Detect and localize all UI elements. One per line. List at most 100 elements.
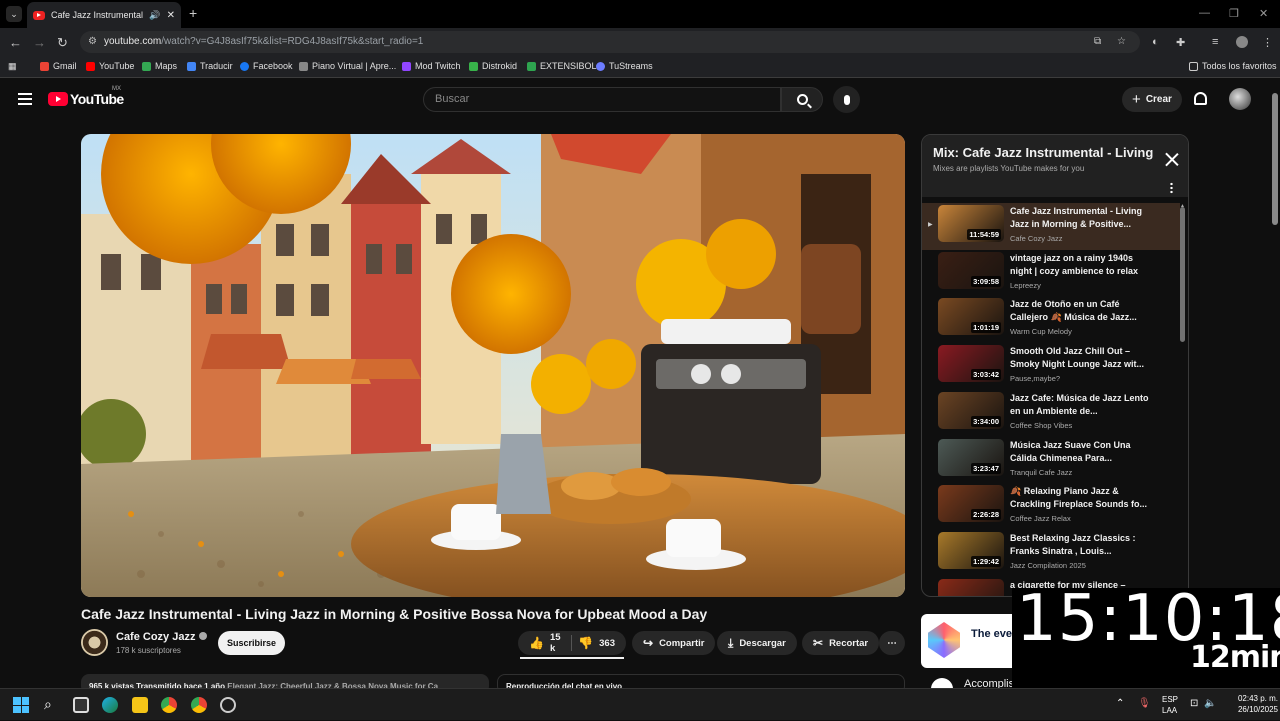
share-button[interactable]: ↪ Compartir: [632, 631, 716, 655]
bookmark-gmail[interactable]: Gmail: [40, 61, 77, 71]
playlist-item-title[interactable]: Cafe Jazz Instrumental - Living Jazz in …: [1010, 205, 1150, 231]
more-actions-button[interactable]: ⋯: [879, 631, 905, 655]
subscribe-button[interactable]: Suscribirse: [218, 631, 285, 655]
extension-icon[interactable]: ◐: [1152, 36, 1159, 48]
bookmark-mod-twitch[interactable]: Mod Twitch: [402, 61, 460, 71]
apps-grid-icon[interactable]: ▦: [8, 61, 17, 72]
bookmark-youtube[interactable]: YouTube: [86, 61, 134, 71]
bookmark-facebook[interactable]: Facebook: [240, 61, 293, 71]
account-avatar[interactable]: [1229, 88, 1251, 110]
tab-close-icon[interactable]: ✕: [167, 10, 175, 21]
download-button[interactable]: ⤓ Descargar: [717, 631, 797, 655]
bookmark-traducir[interactable]: Traducir: [187, 61, 233, 71]
new-tab-button[interactable]: +: [189, 5, 197, 21]
playlist-item-title[interactable]: vintage jazz on a rainy 1940s night | co…: [1010, 252, 1150, 278]
menu-hamburger-icon[interactable]: [18, 93, 32, 105]
playlist-item[interactable]: 1:01:19 Jazz de Otoño en un Café Callejer…: [922, 296, 1180, 343]
language-bottom[interactable]: LAA: [1162, 706, 1177, 715]
file-explorer-icon[interactable]: [132, 697, 148, 713]
close-window-button[interactable]: ✕: [1259, 7, 1268, 20]
playlist-item-thumbnail[interactable]: 1:29:42: [938, 531, 1004, 569]
playlist-item-thumbnail[interactable]: 11:54:59: [938, 205, 1004, 242]
task-view-icon[interactable]: [73, 697, 89, 713]
browser-tab-youtube[interactable]: Cafe Jazz Instrumental - Liv 🔊 ✕: [27, 2, 181, 28]
bookmark-maps[interactable]: Maps: [142, 61, 177, 71]
microphone-icon[interactable]: 🎙: [1138, 698, 1151, 709]
playlist-item-thumbnail[interactable]: 3:09:58: [938, 251, 1004, 289]
install-app-icon[interactable]: ⧉: [1094, 31, 1101, 53]
notifications-bell-icon[interactable]: [1194, 92, 1207, 105]
search-icon: [796, 94, 808, 105]
voice-search-button[interactable]: [833, 86, 860, 113]
playlist-item[interactable]: 3:09:58 vintage jazz on a rainy 1940s nig…: [922, 250, 1180, 297]
tab-title: Cafe Jazz Instrumental - Liv: [51, 10, 144, 20]
forward-arrow-icon[interactable]: →: [33, 35, 46, 50]
playlist-item-title[interactable]: 🍂 Relaxing Piano Jazz & Crackling Firepl…: [1010, 485, 1150, 511]
playlist-item-thumbnail[interactable]: [938, 578, 1004, 596]
playlist-item[interactable]: 1:29:42 Best Relaxing Jazz Classics : Fra…: [922, 530, 1180, 577]
address-bar[interactable]: ⚙ youtube.com/watch?v=G4J8asIf75k&list=R…: [80, 31, 1140, 53]
tray-time[interactable]: 02:43 p. m.: [1226, 694, 1278, 703]
language-top[interactable]: ESP: [1162, 695, 1178, 704]
channel-avatar[interactable]: [81, 629, 108, 656]
site-info-icon[interactable]: ⚙: [88, 31, 97, 53]
playlist-item[interactable]: 3:34:00 Jazz Cafe: Música de Jazz Lento e…: [922, 390, 1180, 437]
browser-menu-icon[interactable]: ⋮: [1262, 36, 1273, 49]
windows-start-icon[interactable]: [13, 697, 29, 713]
playlist-item[interactable]: 2:26:28 🍂 Relaxing Piano Jazz & Crackling…: [922, 483, 1180, 530]
maximize-button[interactable]: ❐: [1229, 7, 1239, 20]
chrome-profile-icon[interactable]: [191, 697, 207, 713]
extensions-puzzle-icon[interactable]: ✚: [1176, 36, 1185, 49]
bookmark-extensibol[interactable]: EXTENSIBOL: [527, 61, 597, 71]
clip-button[interactable]: ✂ Recortar: [802, 631, 880, 655]
bookmark-star-icon[interactable]: ☆: [1117, 31, 1126, 53]
close-icon[interactable]: [1165, 152, 1179, 166]
obs-icon[interactable]: [220, 697, 236, 713]
playlist-item-thumbnail[interactable]: 1:01:19: [938, 298, 1004, 336]
edge-browser-icon[interactable]: [102, 697, 118, 713]
search-input[interactable]: Buscar: [423, 87, 781, 112]
minimize-button[interactable]: —: [1199, 7, 1210, 19]
search-button[interactable]: [781, 87, 823, 112]
network-icon[interactable]: ⊡: [1190, 698, 1198, 709]
playlist-item-thumbnail[interactable]: 3:23:47: [938, 438, 1004, 476]
dislike-button[interactable]: 👎 363: [578, 636, 615, 650]
youtube-logo[interactable]: YouTube MX: [48, 86, 124, 107]
playlist-item-thumbnail[interactable]: 3:34:00: [938, 391, 1004, 429]
playlist-item-title[interactable]: Jazz de Otoño en un Café Callejero 🍂 Mús…: [1010, 298, 1150, 324]
media-controls-icon[interactable]: ≡: [1212, 36, 1218, 48]
playlist-item[interactable]: 3:23:47 Música Jazz Suave Con Una Cálida …: [922, 437, 1180, 484]
page-scrollbar[interactable]: [1272, 93, 1278, 225]
all-bookmarks-folder[interactable]: Todos los favoritos: [1189, 61, 1277, 71]
speaker-icon[interactable]: 🔊: [149, 10, 160, 21]
playlist-item-title[interactable]: Smooth Old Jazz Chill Out – Smoky Night …: [1010, 345, 1150, 371]
bookmark-piano-virtual[interactable]: Piano Virtual | Apre...: [299, 61, 396, 71]
tray-expand-icon[interactable]: ⌃: [1116, 698, 1124, 709]
profile-avatar[interactable]: [1236, 36, 1248, 48]
playlist-item-thumbnail[interactable]: 2:26:28: [938, 485, 1004, 523]
playlist-item-title[interactable]: Best Relaxing Jazz Classics : Franks Sin…: [1010, 532, 1150, 558]
channel-name[interactable]: Cafe Cozy Jazz: [116, 631, 208, 643]
playlist-title[interactable]: Mix: Cafe Jazz Instrumental - Living Jaz…: [933, 145, 1153, 160]
video-duration: 11:54:59: [967, 229, 1001, 240]
more-vertical-icon[interactable]: [1170, 182, 1173, 194]
tray-date[interactable]: 26/10/2025: [1226, 705, 1278, 714]
video-player[interactable]: [81, 134, 905, 597]
playlist-item[interactable]: ▶ 11:54:59 Cafe Jazz Instrumental - Living…: [922, 203, 1180, 250]
volume-icon[interactable]: 🔈: [1204, 698, 1216, 709]
playlist-scrollbar[interactable]: [1180, 207, 1185, 342]
back-arrow-icon[interactable]: ←: [9, 35, 22, 50]
chrome-icon[interactable]: [161, 697, 177, 713]
like-button[interactable]: 👍 15 k: [529, 632, 565, 654]
playlist-item-title[interactable]: Música Jazz Suave Con Una Cálida Chimene…: [1010, 439, 1150, 465]
reload-icon[interactable]: ↻: [57, 35, 68, 51]
playlist-item[interactable]: 3:03:42 Smooth Old Jazz Chill Out – Smoky…: [922, 343, 1180, 390]
tab-search-button[interactable]: ⌄: [6, 6, 22, 22]
bookmark-tustreams[interactable]: TuStreams: [596, 61, 653, 71]
playlist-item-thumbnail[interactable]: 3:03:42: [938, 345, 1004, 383]
search-icon[interactable]: ⌕: [44, 696, 52, 713]
playlist-item-title[interactable]: Jazz Cafe: Música de Jazz Lento en un Am…: [1010, 392, 1150, 418]
thumbs-up-icon: 👍: [529, 636, 544, 650]
bookmark-distrokid[interactable]: Distrokid: [469, 61, 517, 71]
create-button[interactable]: + Crear: [1122, 87, 1182, 112]
